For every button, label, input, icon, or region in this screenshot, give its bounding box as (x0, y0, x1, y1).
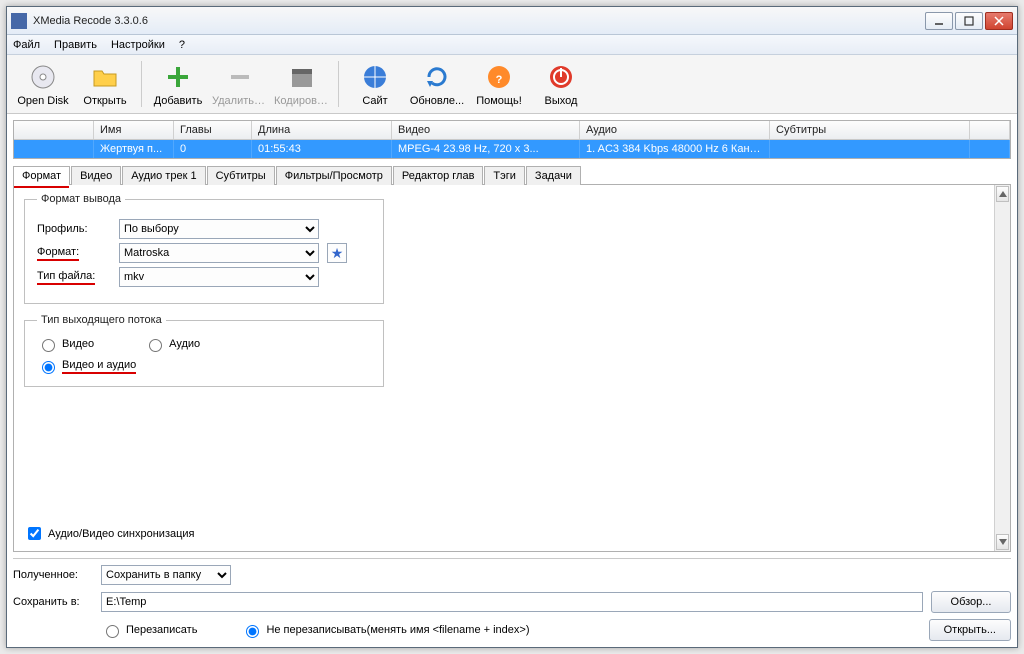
radio-overwrite[interactable] (106, 625, 119, 638)
savein-input[interactable] (101, 592, 923, 612)
radio-video-audio[interactable] (42, 361, 55, 374)
titlebar[interactable]: XMedia Recode 3.3.0.6 (7, 7, 1017, 35)
globe-icon (359, 61, 391, 93)
grid-cell: 0 (174, 140, 252, 158)
grid-cell (770, 140, 970, 158)
scroll-up-icon[interactable] (996, 186, 1009, 202)
grid-header-cell[interactable]: Аудио (580, 121, 770, 139)
grid-header-cell[interactable]: Видео (392, 121, 580, 139)
grid-cell: Жертвуя п... (94, 140, 174, 158)
tab-row: ФорматВидеоАудио трек 1СубтитрыФильтры/П… (13, 165, 1011, 184)
received-select[interactable]: Сохранить в папку (101, 565, 231, 585)
radio-no-overwrite[interactable] (246, 625, 259, 638)
filetype-label: Тип файла: (37, 270, 111, 285)
toolbar: Open DiskОткрыть ДобавитьУдалить ра...Код… (7, 55, 1017, 114)
radio-video[interactable] (42, 339, 55, 352)
toolbar-open-button[interactable]: Открыть (75, 59, 135, 109)
browse-button[interactable]: Обзор... (931, 591, 1011, 613)
grid-header-cell[interactable]: Субтитры (770, 121, 970, 139)
tab-5[interactable]: Редактор глав (393, 166, 484, 185)
stream-type-legend: Тип выходящего потока (37, 314, 166, 326)
tab-2[interactable]: Аудио трек 1 (122, 166, 205, 185)
stream-type-group: Тип выходящего потока Видео Аудио Видео … (24, 314, 384, 387)
grid-header-cell[interactable]: Главы (174, 121, 252, 139)
refresh-icon (421, 61, 453, 93)
radio-audio[interactable] (149, 339, 162, 352)
toolbar-site-button[interactable]: Сайт (345, 59, 405, 109)
toolbar-exit-button[interactable]: Выход (531, 59, 591, 109)
menu-settings[interactable]: Настройки (111, 39, 165, 51)
profile-select[interactable]: По выбору (119, 219, 319, 239)
toolbar-open-disk-button[interactable]: Open Disk (13, 59, 73, 109)
filetype-select[interactable]: mkv (119, 267, 319, 287)
app-window: XMedia Recode 3.3.0.6 Файл Править Настр… (6, 6, 1018, 648)
tab-0[interactable]: Формат (13, 166, 70, 185)
plus-icon (162, 61, 194, 93)
grid-cell: MPEG-4 23.98 Hz, 720 x 3... (392, 140, 580, 158)
grid-header-cell[interactable]: Имя (94, 121, 174, 139)
minimize-button[interactable] (925, 12, 953, 30)
maximize-button[interactable] (955, 12, 983, 30)
tab-6[interactable]: Тэги (484, 166, 525, 185)
table-row[interactable]: Жертвуя п...001:55:43MPEG-4 23.98 Hz, 72… (14, 140, 1010, 158)
file-grid: ИмяГлавыДлинаВидеоАудиоСубтитры Жертвуя … (13, 120, 1011, 159)
toolbar-add-button[interactable]: Добавить (148, 59, 208, 109)
clapper-icon (286, 61, 318, 93)
tab-4[interactable]: Фильтры/Просмотр (276, 166, 392, 185)
grid-cell (970, 140, 1010, 158)
grid-cell: 01:55:43 (252, 140, 392, 158)
format-select[interactable]: Matroska (119, 243, 319, 263)
menu-help[interactable]: ? (179, 39, 185, 51)
app-icon (11, 13, 27, 29)
bottom-panel: Полученное: Сохранить в папку Сохранить … (13, 558, 1011, 641)
menubar: Файл Править Настройки ? (7, 35, 1017, 55)
received-label: Полученное: (13, 569, 93, 581)
profile-label: Профиль: (37, 223, 111, 235)
toolbar-encode-button: Кодировать (272, 59, 332, 109)
output-format-legend: Формат вывода (37, 193, 125, 205)
grid-cell (14, 140, 94, 158)
svg-text:?: ? (496, 74, 503, 86)
close-button[interactable] (985, 12, 1013, 30)
power-icon (545, 61, 577, 93)
av-sync-label: Аудио/Видео синхронизация (48, 528, 195, 540)
grid-header-cell[interactable]: Длина (252, 121, 392, 139)
tab-panel: Формат вывода Профиль: По выбору Формат:… (13, 184, 1011, 552)
favorite-button[interactable]: ★ (327, 243, 347, 263)
tab-7[interactable]: Задачи (526, 166, 581, 185)
grid-header: ИмяГлавыДлинаВидеоАудиоСубтитры (14, 121, 1010, 140)
grid-header-cell[interactable] (970, 121, 1010, 139)
output-format-group: Формат вывода Профиль: По выбору Формат:… (24, 193, 384, 304)
toolbar-update-button[interactable]: Обновле... (407, 59, 467, 109)
grid-header-cell[interactable] (14, 121, 94, 139)
scroll-down-icon[interactable] (996, 534, 1009, 550)
disc-icon (27, 61, 59, 93)
grid-cell: 1. AC3 384 Kbps 48000 Hz 6 Канал... (580, 140, 770, 158)
help-icon: ? (483, 61, 515, 93)
toolbar-remove-button: Удалить ра... (210, 59, 270, 109)
menu-edit[interactable]: Править (54, 39, 97, 51)
toolbar-help-button[interactable]: ?Помощь! (469, 59, 529, 109)
minus-icon (224, 61, 256, 93)
menu-file[interactable]: Файл (13, 39, 40, 51)
av-sync-checkbox[interactable] (28, 527, 41, 540)
window-title: XMedia Recode 3.3.0.6 (33, 15, 925, 27)
format-label: Формат: (37, 246, 111, 261)
tab-3[interactable]: Субтитры (207, 166, 275, 185)
vertical-scrollbar[interactable] (994, 185, 1010, 551)
tab-1[interactable]: Видео (71, 166, 121, 185)
folder-icon (89, 61, 121, 93)
open-button[interactable]: Открыть... (929, 619, 1011, 641)
savein-label: Сохранить в: (13, 596, 93, 608)
